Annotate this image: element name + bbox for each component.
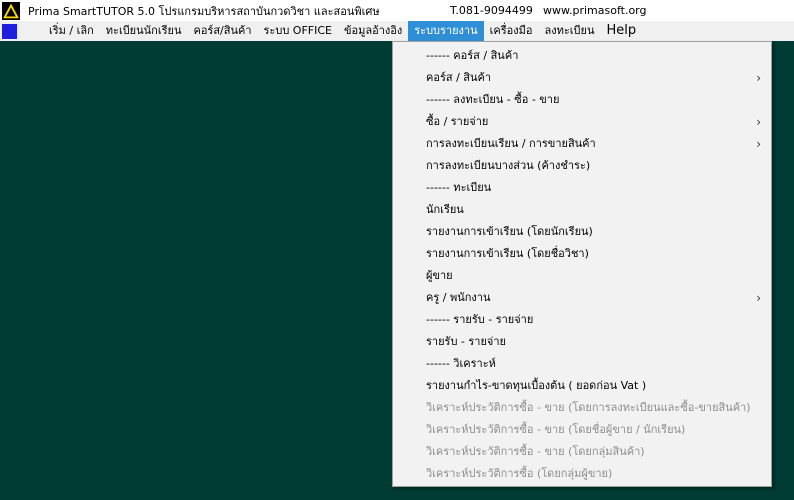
dropdown-item-label: ------ ลงทะเบียน - ซื้อ - ขาย	[426, 93, 560, 106]
dropdown-item-label: รายงานการเข้าเรียน (โดยชื่อวิชา)	[426, 247, 589, 260]
chevron-right-icon: ›	[756, 71, 761, 85]
chevron-right-icon: ›	[756, 291, 761, 305]
dropdown-item: วิเคราะห์ประวัติการซื้อ - ขาย (โดยการลงท…	[393, 397, 771, 419]
menu-bar: เริ่ม / เลิก ทะเบียนนักเรียน คอร์ส/สินค้…	[0, 21, 794, 41]
chevron-right-icon: ›	[756, 137, 761, 151]
dropdown-item-label: ------ คอร์ส / สินค้า	[426, 49, 519, 62]
dropdown-item-label: วิเคราะห์ประวัติการซื้อ (โดยกลุ่มผู้ขาย)	[426, 467, 613, 480]
website-url: www.primasoft.org	[543, 4, 647, 17]
dropdown-item-label: การลงทะเบียนเรียน / การขายสินค้า	[426, 137, 596, 150]
dropdown-item[interactable]: ซื้อ / รายจ่าย ›	[393, 111, 771, 133]
dropdown-item[interactable]: ------ วิเคราะห์	[393, 353, 771, 375]
dropdown-item-label: วิเคราะห์ประวัติการซื้อ - ขาย (โดยกลุ่มส…	[426, 445, 645, 458]
dropdown-item[interactable]: ------ ทะเบียน	[393, 177, 771, 199]
title-bar: Prima SmartTUTOR 5.0 โปรแกรมบริหารสถาบัน…	[0, 0, 794, 21]
chevron-right-icon: ›	[756, 115, 761, 129]
menu-tools[interactable]: เครื่องมือ	[484, 21, 539, 41]
dropdown-item-label: รายงานการเข้าเรียน (โดยนักเรียน)	[426, 225, 593, 238]
menu-register[interactable]: ลงทะเบียน	[539, 21, 601, 41]
dropdown-item-label: วิเคราะห์ประวัติการซื้อ - ขาย (โดยชื่อผู…	[426, 423, 686, 436]
menu-courses-products[interactable]: คอร์ส/สินค้า	[187, 21, 257, 41]
dropdown-item[interactable]: คอร์ส / สินค้า ›	[393, 67, 771, 89]
menu-reports[interactable]: ระบบรายงาน	[408, 21, 484, 41]
dropdown-item[interactable]: ------ คอร์ส / สินค้า	[393, 45, 771, 67]
dropdown-item[interactable]: รายรับ - รายจ่าย	[393, 331, 771, 353]
dropdown-item-label: นักเรียน	[426, 203, 464, 216]
dropdown-item[interactable]: ผู้ขาย	[393, 265, 771, 287]
dropdown-item[interactable]: การลงทะเบียนบางส่วน (ค้างชำระ)	[393, 155, 771, 177]
dropdown-item[interactable]: ครู / พนักงาน ›	[393, 287, 771, 309]
reports-dropdown-menu: ------ คอร์ส / สินค้า คอร์ส / สินค้า › --…	[392, 41, 772, 487]
dropdown-item-label: ครู / พนักงาน	[426, 291, 491, 304]
dropdown-item[interactable]: ------ ลงทะเบียน - ซื้อ - ขาย	[393, 89, 771, 111]
phone-number: T.081-9094499	[450, 4, 533, 17]
dropdown-item: วิเคราะห์ประวัติการซื้อ (โดยกลุ่มผู้ขาย)	[393, 463, 771, 485]
dropdown-item[interactable]: รายงานการเข้าเรียน (โดยชื่อวิชา)	[393, 243, 771, 265]
dropdown-item-label: รายรับ - รายจ่าย	[426, 335, 506, 348]
dropdown-item-label: ------ ทะเบียน	[426, 181, 492, 194]
menu-reference-data[interactable]: ข้อมูลอ้างอิง	[338, 21, 408, 41]
system-menu-icon[interactable]	[2, 23, 17, 39]
warning-triangle-icon[interactable]	[2, 1, 20, 20]
dropdown-item-label: ------ รายรับ - รายจ่าย	[426, 313, 534, 326]
menu-start-stop[interactable]: เริ่ม / เลิก	[43, 21, 100, 41]
menu-office-system[interactable]: ระบบ OFFICE	[258, 21, 338, 41]
menu-student-registry[interactable]: ทะเบียนนักเรียน	[100, 21, 188, 41]
dropdown-item-label: ซื้อ / รายจ่าย	[426, 115, 489, 128]
menu-help[interactable]: Help	[601, 21, 643, 41]
dropdown-item[interactable]: รายงานกำไร-ขาดทุนเบื้องต้น ( ยอดก่อน Vat…	[393, 375, 771, 397]
dropdown-item: วิเคราะห์ประวัติการซื้อ - ขาย (โดยกลุ่มส…	[393, 441, 771, 463]
dropdown-item-label: รายงานกำไร-ขาดทุนเบื้องต้น ( ยอดก่อน Vat…	[426, 379, 647, 392]
dropdown-item-label: การลงทะเบียนบางส่วน (ค้างชำระ)	[426, 159, 591, 172]
dropdown-item-label: ------ วิเคราะห์	[426, 357, 496, 370]
window-title: Prima SmartTUTOR 5.0 โปรแกรมบริหารสถาบัน…	[28, 4, 380, 18]
dropdown-item[interactable]: นักเรียน	[393, 199, 771, 221]
dropdown-item[interactable]: รายงานการเข้าเรียน (โดยนักเรียน)	[393, 221, 771, 243]
dropdown-item[interactable]: การลงทะเบียนเรียน / การขายสินค้า ›	[393, 133, 771, 155]
dropdown-item-label: คอร์ส / สินค้า	[426, 71, 492, 84]
dropdown-item[interactable]: ------ รายรับ - รายจ่าย	[393, 309, 771, 331]
dropdown-item: วิเคราะห์ประวัติการซื้อ - ขาย (โดยชื่อผู…	[393, 419, 771, 441]
dropdown-item-label: ผู้ขาย	[426, 269, 453, 282]
dropdown-item-label: วิเคราะห์ประวัติการซื้อ - ขาย (โดยการลงท…	[426, 401, 751, 414]
